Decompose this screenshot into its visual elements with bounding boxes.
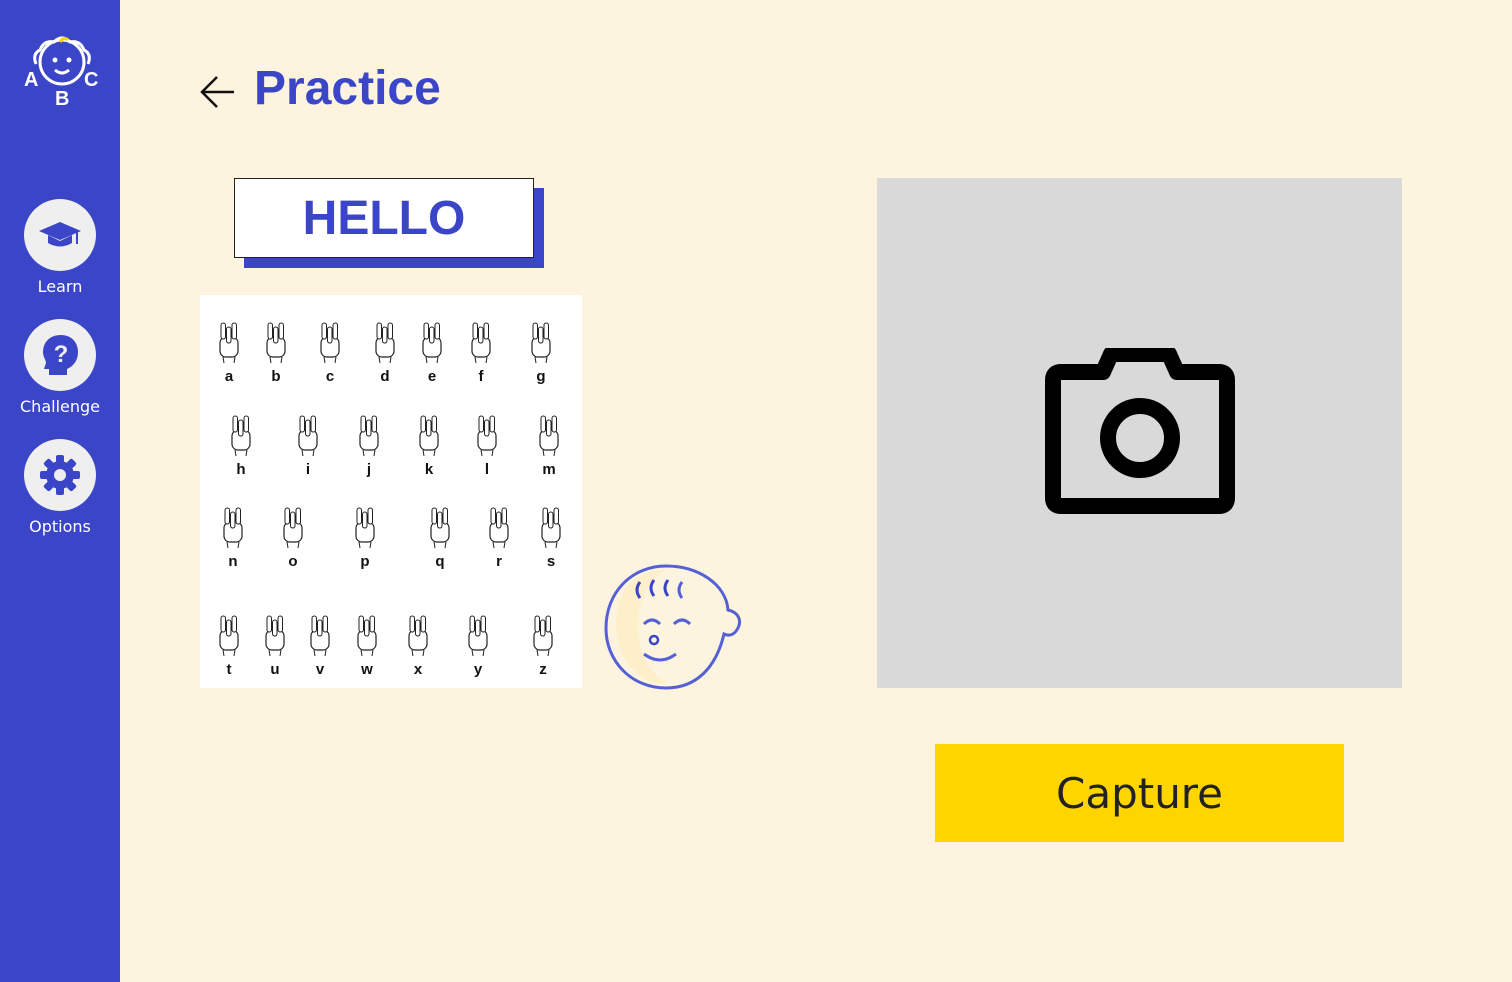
challenge-icon-circle[interactable]: ? [24, 319, 96, 391]
asl-hand-sign [357, 615, 377, 657]
asl-letter-label: u [270, 661, 279, 678]
asl-letter-label: c [326, 368, 334, 385]
options-icon-circle[interactable] [24, 439, 96, 511]
asl-letter-label: l [485, 461, 489, 478]
baby-face-abc-logo: A B C [24, 36, 98, 110]
logo-letter: A [24, 69, 38, 91]
asl-letter-label: i [306, 461, 310, 478]
practice-word: HELLO [234, 178, 534, 258]
logo-letter: C [84, 69, 98, 91]
asl-letter-label: d [380, 368, 389, 385]
asl-hand-sign [355, 507, 375, 549]
camera-icon [1044, 348, 1235, 514]
asl-letter-label: w [360, 661, 373, 678]
asl-letter-label: f [479, 368, 485, 385]
asl-letter-label: q [435, 553, 444, 570]
baby-mascot-icon [604, 564, 742, 690]
asl-hand-sign [231, 415, 251, 457]
logo-letter: B [55, 88, 69, 110]
asl-hand-sign [266, 322, 286, 364]
asl-letter-label: g [536, 368, 545, 385]
asl-hand-sign [359, 415, 379, 457]
asl-hand-sign [541, 507, 561, 549]
asl-hand-sign [430, 507, 450, 549]
graduation-cap-icon [39, 222, 81, 247]
asl-letter-label: m [542, 461, 555, 478]
asl-hand-sign [219, 322, 239, 364]
asl-hand-sign [539, 415, 559, 457]
camera-preview[interactable] [877, 178, 1402, 688]
sidebar-item-learn[interactable]: Learn [0, 199, 120, 296]
asl-hand-sign [422, 322, 442, 364]
learn-icon-circle[interactable] [24, 199, 96, 271]
asl-hand-sign [283, 507, 303, 549]
asl-letter-label: n [228, 553, 237, 570]
sidebar-item-challenge[interactable]: ? Challenge [0, 319, 120, 416]
arrow-left-icon[interactable] [198, 72, 238, 112]
page-title: Practice [254, 62, 441, 115]
asl-letter-label: x [414, 661, 423, 678]
asl-letter-label: r [496, 553, 502, 570]
asl-hand-sign [471, 322, 491, 364]
asl-hand-sign [468, 615, 488, 657]
asl-letter-label: b [271, 368, 280, 385]
asl-letter-label: h [236, 461, 245, 478]
sidebar-item-options[interactable]: Options [0, 439, 120, 536]
asl-hand-sign [223, 507, 243, 549]
svg-text:?: ? [54, 341, 69, 368]
asl-hand-sign [489, 507, 509, 549]
asl-hand-sign [477, 415, 497, 457]
asl-hand-sign [533, 615, 553, 657]
asl-letter-label: o [288, 553, 297, 570]
asl-letter-label: t [227, 661, 232, 678]
sidebar: A B C Learn ? Challenge Options [0, 0, 120, 982]
asl-alphabet-chart: a b c d e f g h i j k l m n o p q r s t u v w x y z [200, 295, 582, 688]
sidebar-item-label: Learn [37, 277, 83, 296]
sidebar-item-label: Options [29, 517, 91, 536]
asl-letter-label: j [366, 461, 371, 478]
asl-hand-sign [375, 322, 395, 364]
asl-hand-sign [310, 615, 330, 657]
gear-icon [40, 455, 80, 495]
asl-hand-sign [265, 615, 285, 657]
asl-hand-sign [320, 322, 340, 364]
asl-hand-sign [531, 322, 551, 364]
asl-letter-label: e [428, 368, 436, 385]
asl-letter-label: z [539, 661, 547, 678]
asl-hand-sign [408, 615, 428, 657]
asl-letter-label: v [316, 661, 325, 678]
asl-letter-label: y [474, 661, 483, 678]
sidebar-item-label: Challenge [20, 397, 100, 416]
asl-hand-sign [219, 615, 239, 657]
head-question-icon: ? [43, 335, 78, 375]
asl-letter-label: p [360, 553, 369, 570]
asl-letter-label: s [547, 553, 555, 570]
capture-button[interactable]: Capture [935, 744, 1344, 842]
asl-hand-sign [298, 415, 318, 457]
asl-letter-label: k [425, 461, 434, 478]
asl-hand-sign [419, 415, 439, 457]
asl-letter-label: a [225, 368, 234, 385]
